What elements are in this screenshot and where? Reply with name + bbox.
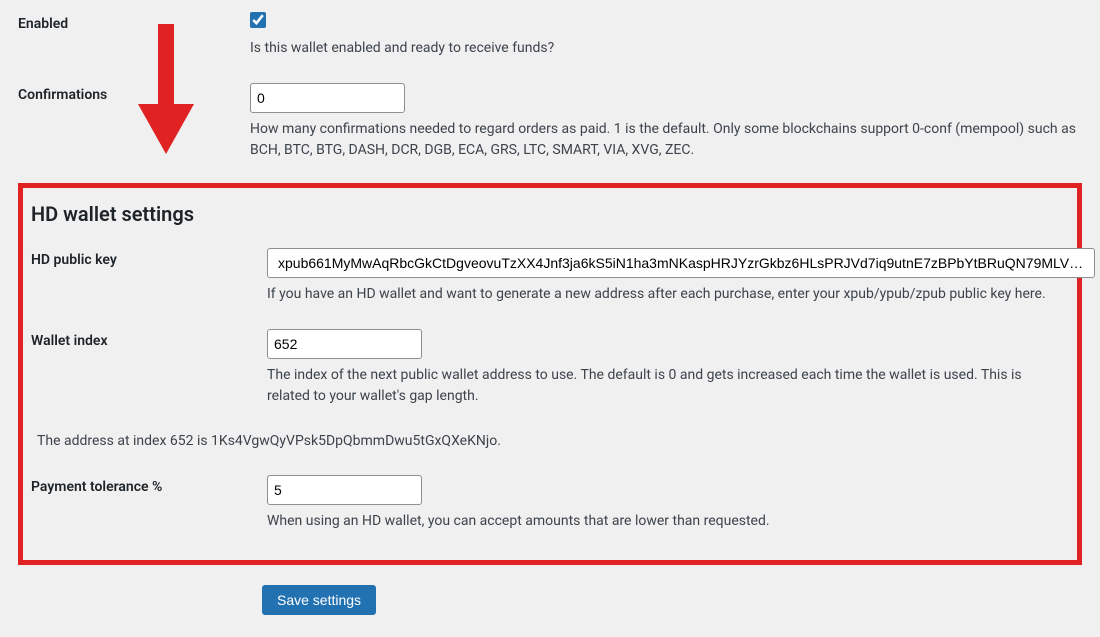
hd-wallet-section: HD wallet settings HD public key If you …	[18, 183, 1082, 565]
save-settings-button[interactable]: Save settings	[262, 585, 376, 615]
enabled-desc: Is this wallet enabled and ready to rece…	[250, 38, 1082, 59]
hd-public-key-row: HD public key If you have an HD wallet a…	[23, 236, 1077, 317]
wallet-index-row: Wallet index The index of the next publi…	[23, 317, 1077, 419]
hd-public-key-desc: If you have an HD wallet and want to gen…	[267, 284, 1095, 305]
enabled-label: Enabled	[12, 12, 250, 32]
hd-public-key-label: HD public key	[31, 248, 267, 268]
wallet-address-note: The address at index 652 is 1Ks4VgwQyVPs…	[23, 419, 1077, 463]
payment-tolerance-desc: When using an HD wallet, you can accept …	[267, 511, 1063, 532]
wallet-index-input[interactable]	[267, 329, 422, 359]
payment-tolerance-input[interactable]	[267, 475, 422, 505]
payment-tolerance-row: Payment tolerance % When using an HD wal…	[23, 463, 1077, 544]
enabled-row: Enabled Is this wallet enabled and ready…	[12, 0, 1088, 71]
wallet-index-desc: The index of the next public wallet addr…	[267, 365, 1063, 407]
confirmations-input[interactable]	[250, 83, 405, 113]
hd-public-key-input[interactable]	[267, 248, 1095, 278]
hd-section-title: HD wallet settings	[23, 196, 1077, 236]
payment-tolerance-label: Payment tolerance %	[31, 475, 267, 495]
wallet-index-label: Wallet index	[31, 329, 267, 349]
confirmations-row: Confirmations How many confirmations nee…	[12, 71, 1088, 173]
confirmations-desc: How many confirmations needed to regard …	[250, 119, 1082, 161]
confirmations-label: Confirmations	[12, 83, 250, 103]
enabled-checkbox[interactable]	[250, 12, 266, 28]
